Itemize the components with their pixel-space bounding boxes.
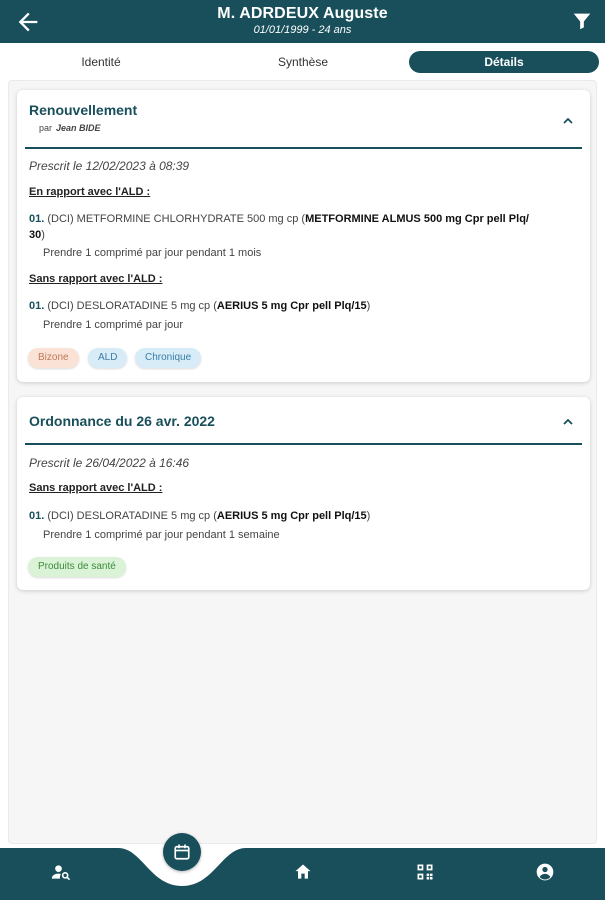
- divider: [25, 443, 582, 445]
- tag-ald: ALD: [88, 348, 128, 368]
- medication-paren: ): [366, 300, 371, 312]
- medication-line: 01. (DCI) METFORMINE CHLORHYDRATE 500 mg…: [29, 211, 578, 243]
- bottom-navigation: [0, 848, 605, 900]
- medication-dci: (DCI) DESLORATADINE 5 mg cp (: [47, 510, 217, 522]
- prescription-card: Ordonnance du 26 avr. 2022 Prescrit le 2…: [17, 397, 590, 590]
- patient-name: M. ADRDEUX Auguste: [217, 5, 388, 22]
- tab-synthese[interactable]: Synthèse: [222, 51, 384, 73]
- prescription-date: Prescrit le 26/04/2022 à 16:46: [29, 456, 190, 470]
- posology: Prendre 1 comprimé par jour: [43, 319, 184, 331]
- medication-number: 01.: [29, 510, 45, 522]
- medication-brand: METFORMINE ALMUS 500 mg Cpr pell Plq/: [305, 213, 529, 225]
- medication-paren: ): [366, 510, 371, 522]
- tab-bar: Identité Synthèse Détails: [0, 48, 605, 76]
- card-title: Ordonnance du 26 avr. 2022: [29, 413, 215, 429]
- calendar-fab-button[interactable]: [163, 833, 201, 871]
- card-title: Renouvellement: [29, 102, 138, 118]
- medication-number: 01.: [29, 300, 45, 312]
- section-title-non-ald: Sans rapport avec l'ALD :: [29, 273, 163, 285]
- medication-number: 01.: [29, 213, 45, 225]
- divider: [25, 147, 582, 149]
- prescription-card: Renouvellement par Jean BIDE Prescrit le …: [17, 90, 590, 382]
- posology: Prendre 1 comprimé par jour pendant 1 mo…: [43, 247, 262, 259]
- section-title-ald: En rapport avec l'ALD :: [29, 186, 151, 198]
- medication-line: 01. (DCI) DESLORATADINE 5 mg cp (AERIUS …: [29, 508, 578, 524]
- prescriber: par Jean BIDE: [39, 123, 101, 133]
- prescriber-name: Jean BIDE: [56, 123, 101, 133]
- account-icon[interactable]: [535, 862, 555, 882]
- medication-dci: (DCI) DESLORATADINE 5 mg cp (: [47, 300, 217, 312]
- prescription-date: Prescrit le 12/02/2023 à 08:39: [29, 159, 190, 173]
- patient-birthdate-age: 01/01/1999 - 24 ans: [253, 24, 352, 36]
- patient-search-icon[interactable]: [51, 862, 71, 882]
- medication-brand: AERIUS 5 mg Cpr pell Plq/15: [216, 300, 367, 312]
- qr-code-icon[interactable]: [415, 862, 435, 882]
- home-icon[interactable]: [293, 862, 313, 882]
- prescriber-prefix: par: [39, 123, 53, 133]
- tag-produits-de-sante: Produits de santé: [28, 557, 126, 577]
- medication-dci: (DCI) METFORMINE CHLORHYDRATE 500 mg cp …: [47, 213, 306, 225]
- tag-bizone: Bizone: [28, 348, 79, 368]
- chevron-up-icon[interactable]: [560, 113, 576, 129]
- medication-paren: ): [41, 229, 45, 241]
- medication-brand: AERIUS 5 mg Cpr pell Plq/15: [216, 510, 367, 522]
- tab-identite[interactable]: Identité: [20, 51, 182, 73]
- calendar-icon: [174, 844, 190, 860]
- section-title-non-ald: Sans rapport avec l'ALD :: [29, 482, 163, 494]
- posology: Prendre 1 comprimé par jour pendant 1 se…: [43, 529, 280, 541]
- medication-line: 01. (DCI) DESLORATADINE 5 mg cp (AERIUS …: [29, 298, 578, 314]
- tag-chronique: Chronique: [135, 348, 202, 368]
- tab-details[interactable]: Détails: [409, 51, 599, 73]
- app-bar: M. ADRDEUX Auguste 01/01/1999 - 24 ans: [0, 0, 605, 43]
- medication-brand-continued: 30: [29, 229, 42, 241]
- chevron-up-icon[interactable]: [560, 414, 576, 430]
- filter-icon[interactable]: [571, 10, 593, 32]
